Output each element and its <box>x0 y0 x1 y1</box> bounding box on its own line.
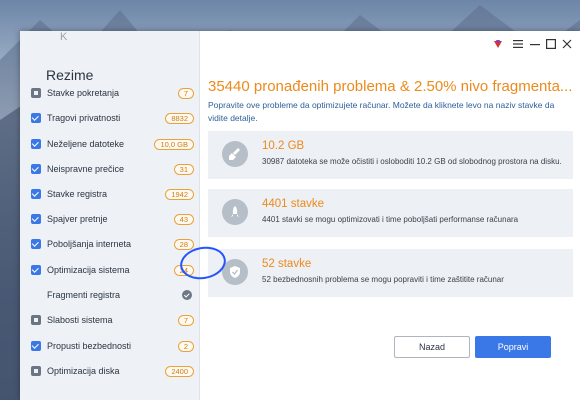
sidebar-item-label: Neželjene datoteke <box>47 139 125 149</box>
sidebar-item-label: Tragovi privatnosti <box>47 113 121 123</box>
sidebar-item[interactable]: Optimizacija sistema 24 <box>20 258 200 282</box>
count-badge: 10,0 GB <box>154 138 194 150</box>
broom-icon <box>222 141 248 167</box>
count-badge: 7 <box>177 314 194 326</box>
count-badge: 2400 <box>165 365 194 377</box>
count-badge: 24 <box>173 264 194 276</box>
checkbox-partial[interactable] <box>31 88 41 98</box>
sidebar-item[interactable]: Tragovi privatnosti 8832 <box>20 106 200 130</box>
card-security: 52 stavke 52 bezbednosnih problema se mo… <box>208 249 573 297</box>
checkbox-checked[interactable] <box>31 214 41 224</box>
checkbox-checked[interactable] <box>31 265 41 275</box>
rocket-icon <box>222 199 248 225</box>
sidebar-item-label: Stavke pokretanja <box>47 88 120 98</box>
back-button[interactable]: Nazad <box>394 336 470 358</box>
page-title: 35440 pronađenih problema & 2.50% nivo f… <box>208 78 573 95</box>
check-circle-icon <box>182 290 192 300</box>
sidebar-item[interactable]: Stavke pokretanja 7 <box>20 81 200 105</box>
sidebar-item[interactable]: Spajver pretnje 43 <box>20 207 200 231</box>
card-description: 30987 datoteka se može očistiti i oslobo… <box>262 157 562 166</box>
maximize-icon[interactable] <box>543 36 559 52</box>
count-badge: 7 <box>177 87 194 99</box>
card-description: 4401 stavki se mogu optimizovati i time … <box>262 215 519 224</box>
checkbox-checked[interactable] <box>31 164 41 174</box>
card-performance: 4401 stavke 4401 stavki se mogu optimizo… <box>208 189 573 237</box>
checkbox-checked[interactable] <box>31 239 41 249</box>
checkbox-checked[interactable] <box>31 189 41 199</box>
sidebar-item-label: Poboljšanja interneta <box>47 239 132 249</box>
app-logo-icon <box>490 36 506 52</box>
app-window: K Rezime Stavke pokretanja 7 Tragovi priva… <box>20 31 580 400</box>
sidebar-item[interactable]: Neželjene datoteke 10,0 GB <box>20 132 200 156</box>
count-badge: 2 <box>177 340 194 352</box>
sidebar-item-label: Spajver pretnje <box>47 214 108 224</box>
sidebar-item[interactable]: Slabosti sistema 7 <box>20 308 200 332</box>
close-icon[interactable] <box>559 36 575 52</box>
shield-icon <box>222 259 248 285</box>
checkbox-checked[interactable] <box>31 341 41 351</box>
count-badge: 31 <box>173 163 194 175</box>
menu-icon[interactable] <box>510 36 526 52</box>
count-badge: 28 <box>173 238 194 250</box>
sidebar-item-label: Propusti bezbednosti <box>47 341 132 351</box>
card-title: 52 stavke <box>262 258 312 270</box>
checkbox-partial[interactable] <box>31 315 41 325</box>
page-description: Popravite ove probleme da optimizujete r… <box>208 100 555 123</box>
sidebar-item-label: Optimizacija diska <box>47 366 120 376</box>
sidebar-item[interactable]: Optimizacija diska 2400 <box>20 359 200 383</box>
sidebar-item[interactable]: Fragmenti registra <box>20 283 200 307</box>
app-logo-text: K <box>60 31 68 43</box>
fix-button[interactable]: Popravi <box>475 336 551 358</box>
sidebar-item-label: Optimizacija sistema <box>47 265 130 275</box>
sidebar-item-label: Fragmenti registra <box>47 290 121 300</box>
card-title: 10.2 GB <box>262 140 305 152</box>
count-badge: 43 <box>173 213 194 225</box>
minimize-icon[interactable] <box>527 36 543 52</box>
checkbox-partial[interactable] <box>31 366 41 376</box>
card-title: 4401 stavke <box>262 198 325 210</box>
sidebar-item[interactable]: Propusti bezbednosti 2 <box>20 334 200 358</box>
sidebar-item-label: Slabosti sistema <box>47 315 113 325</box>
count-badge: 1942 <box>165 188 194 200</box>
sidebar-item-label: Stavke registra <box>47 189 108 199</box>
card-disk-space: 10.2 GB 30987 datoteka se može očistiti … <box>208 131 573 179</box>
sidebar: K Rezime Stavke pokretanja 7 Tragovi priva… <box>20 31 200 400</box>
sidebar-item[interactable]: Poboljšanja interneta 28 <box>20 232 200 256</box>
sidebar-item[interactable]: Stavke registra 1942 <box>20 182 200 206</box>
checkbox-checked[interactable] <box>31 113 41 123</box>
card-description: 52 bezbednosnih problema se mogu popravi… <box>262 275 504 284</box>
checkbox-checked[interactable] <box>31 139 41 149</box>
sidebar-item[interactable]: Neispravne prečice 31 <box>20 157 200 181</box>
sidebar-item-label: Neispravne prečice <box>47 164 125 174</box>
count-badge: 8832 <box>165 112 194 124</box>
